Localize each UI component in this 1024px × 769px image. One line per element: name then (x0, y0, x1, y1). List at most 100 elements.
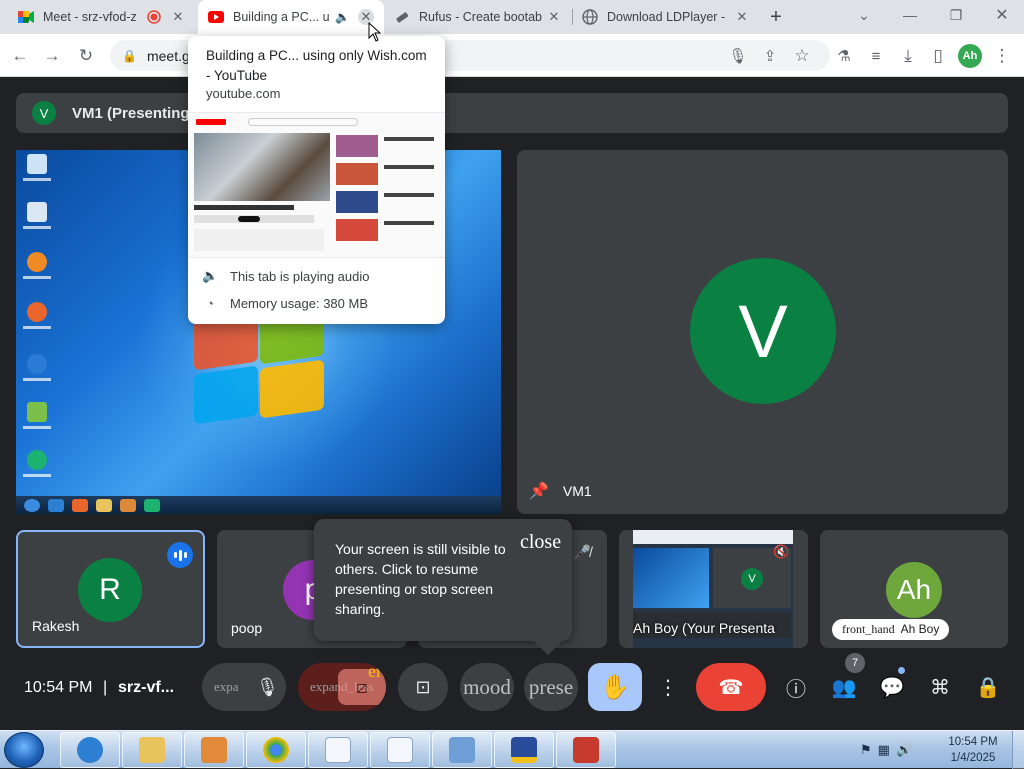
meet-stage: V VM1 (Presenting) V 📌 VM1 R Rakesh p po… (0, 77, 1024, 730)
vm-ie-icon[interactable] (48, 498, 64, 512)
tab-title: Meet - srz-vfod-z (43, 10, 137, 24)
windows-taskbar: ⚑ ▦ 🔊 10:54 PM 1/4/2025 (0, 730, 1024, 769)
participant-name: poop (231, 620, 263, 636)
participant-tile-vm1[interactable]: V 📌 VM1 (517, 150, 1008, 514)
action-center-flag-icon[interactable]: ⚑ (860, 742, 872, 758)
reactions-button[interactable]: mood (460, 663, 514, 711)
people-icon[interactable]: 👥 (828, 671, 860, 703)
screen-visible-tooltip[interactable]: Your screen is still visible to others. … (314, 519, 572, 656)
raise-hand-button[interactable]: ✋ (588, 663, 642, 711)
taskbar-save-icon[interactable] (494, 732, 554, 768)
taskbar-media-player-icon[interactable] (184, 732, 244, 768)
speaking-indicator-icon (167, 542, 193, 568)
close-tab-icon[interactable]: ✕ (546, 9, 562, 25)
vm-app-icon[interactable] (144, 498, 160, 512)
meeting-info-icon[interactable]: ⓘ (780, 671, 812, 703)
tab-youtube[interactable]: Building a PC... us 🔈 ✕ (198, 0, 384, 34)
participant-name: Ah Boy (Your Presenta (633, 620, 775, 636)
firefox-desktop-icon[interactable] (20, 302, 54, 342)
tab-meet[interactable]: Meet - srz-vfod-z ✕ (8, 0, 196, 34)
participant-name: Rakesh (32, 618, 80, 634)
taskbar-document2-icon[interactable] (370, 732, 430, 768)
lock-icon[interactable]: 🔒 (122, 49, 137, 63)
present-button[interactable]: prese (524, 663, 578, 711)
mic-off-icon: 🎤̸ (573, 544, 591, 560)
vm1-name: VM1 (562, 483, 592, 499)
app-desktop-icon[interactable] (20, 450, 54, 490)
separator: | (103, 679, 108, 696)
more-menu-icon[interactable]: ⋮ (988, 42, 1016, 70)
recycle-bin-desktop-icon[interactable] (20, 202, 54, 242)
rufus-favicon-icon (394, 9, 410, 25)
participant-tile-ahboy-presentation[interactable]: V 🔇 Ah Boy (Your Presenta (619, 530, 808, 648)
share-icon[interactable]: ⇪ (756, 42, 784, 70)
reload-button[interactable]: ↻ (72, 42, 100, 70)
vm-start-icon[interactable] (24, 498, 40, 512)
tab-search-icon[interactable]: ⌄ (844, 0, 884, 30)
profile-avatar[interactable]: Ah (958, 44, 982, 68)
computer-desktop-icon[interactable] (20, 154, 54, 194)
hand-icon-ghost: front_hand (842, 622, 895, 636)
vm-firefox-icon[interactable] (72, 498, 88, 512)
microphone-button[interactable]: expa 🎙 (202, 663, 286, 711)
youtube-favicon-icon (208, 9, 224, 25)
captions-button[interactable]: ⊡ (398, 663, 448, 711)
tab-rufus[interactable]: Rufus - Create bootab ✕ (384, 0, 572, 34)
pin-icon[interactable]: 📌 (529, 481, 549, 501)
taskbar-clock[interactable]: 10:54 PM 1/4/2025 (942, 734, 1004, 766)
hover-card-audio-row: 🔈 This tab is playing audio (202, 268, 369, 284)
error-ghost-text: error (368, 663, 386, 681)
vm1-label-group: 📌 VM1 (529, 481, 592, 501)
taskbar-chrome-icon[interactable] (246, 732, 306, 768)
show-desktop-button[interactable] (1012, 731, 1024, 769)
volume-icon[interactable]: 🔊 (896, 742, 912, 758)
media-queue-icon[interactable]: ≡ (862, 42, 890, 70)
participant-tile-ahboy[interactable]: Ah front_hand Ah Boy (820, 530, 1008, 648)
edge-desktop-icon[interactable] (20, 354, 54, 394)
program-desktop-icon[interactable] (20, 402, 54, 442)
more-vert-icon: ⋮ (658, 676, 678, 699)
present-ghost-text: prese (528, 674, 574, 699)
activities-icon[interactable]: ⌘ (924, 671, 956, 703)
new-tab-button[interactable]: + (764, 5, 788, 29)
bookmark-star-icon[interactable]: ☆ (788, 42, 816, 70)
taskbar-document-icon[interactable] (308, 732, 368, 768)
tab-title: Building a PC... us (233, 10, 329, 24)
camera-button[interactable]: expand_less ⧄ error (298, 663, 386, 711)
minimize-button[interactable]: — (890, 0, 930, 30)
people-count-badge: 7 (845, 653, 865, 673)
leave-call-button[interactable]: ☎ (696, 663, 766, 711)
chat-icon[interactable]: 💬 (876, 671, 908, 703)
more-options-button[interactable]: ⋮ (646, 663, 690, 711)
meeting-code[interactable]: srz-vf... (118, 679, 174, 697)
participant-tile-rakesh[interactable]: R Rakesh (16, 530, 205, 648)
meeting-controls: 10:54 PM | srz-vf... expa 🎙 expand_less … (0, 653, 1024, 719)
side-panel-icon[interactable]: ▯ (924, 42, 952, 70)
taskbar-toolbox-icon[interactable] (556, 732, 616, 768)
vm-explorer-icon[interactable] (96, 498, 112, 512)
close-tab-icon[interactable]: ✕ (170, 9, 186, 25)
start-button[interactable] (4, 732, 44, 768)
audio-playing-icon[interactable]: 🔈 (335, 10, 350, 24)
rakesh-avatar: R (78, 558, 142, 622)
taskbar-ie-icon[interactable] (60, 732, 120, 768)
download-icon[interactable]: ⤓ (894, 42, 922, 70)
vm1-avatar: V (690, 258, 836, 404)
host-controls-icon[interactable]: 🔒 (972, 671, 1004, 703)
taskbar-control-panel-icon[interactable] (432, 732, 492, 768)
microphone-icon[interactable]: 🎙 (724, 42, 752, 70)
tooltip-close-button[interactable]: close (520, 531, 561, 554)
close-window-button[interactable]: ✕ (982, 0, 1022, 30)
extensions-lab-icon[interactable]: ⚗ (830, 42, 858, 70)
ccleaner-desktop-icon[interactable] (20, 252, 54, 292)
restore-button[interactable]: ❐ (936, 0, 976, 30)
raised-hand-chip: front_hand Ah Boy (832, 619, 950, 640)
vm-media-icon[interactable] (120, 498, 136, 512)
network-icon[interactable]: ▦ (878, 742, 890, 758)
tab-ldplayer[interactable]: Download LDPlayer - ✕ (572, 0, 760, 34)
back-button[interactable]: ← (6, 42, 34, 70)
forward-button[interactable]: → (38, 42, 66, 70)
taskbar-explorer-icon[interactable] (122, 732, 182, 768)
hover-card-domain: youtube.com (206, 86, 281, 101)
close-tab-icon[interactable]: ✕ (734, 9, 750, 25)
